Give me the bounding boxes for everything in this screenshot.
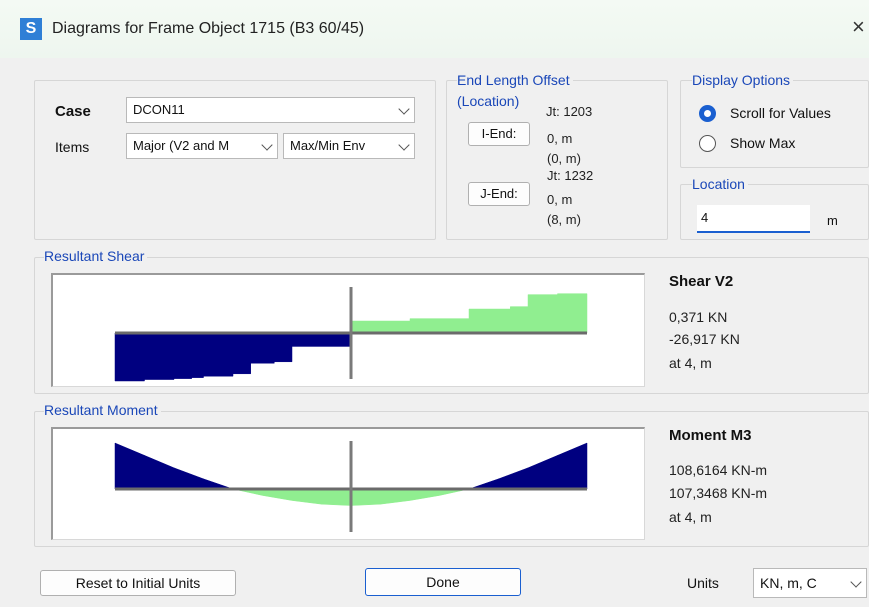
j-end-joint: Jt: 1232 [547,168,594,183]
shear-segment [114,332,145,382]
title-bar: S Diagrams for Frame Object 1715 (B3 60/… [0,0,869,58]
display-options-label: Display Options [692,72,794,88]
moment-segment [409,488,440,501]
show-max-radio[interactable] [699,135,716,152]
app-icon: S [20,18,42,40]
shear-group-label: Resultant Shear [44,248,148,264]
moment-segment [144,455,175,490]
moment-group-label: Resultant Moment [44,402,161,418]
chevron-down-icon [398,103,410,115]
shear-value-1: 0,371 KN [669,309,728,325]
scroll-for-values-label[interactable]: Scroll for Values [730,105,831,121]
moment-segment [262,488,293,501]
shear-location: at 4, m [669,355,712,371]
items-select[interactable]: Major (V2 and M [126,133,278,159]
j-end-button[interactable]: J-End: [468,182,530,206]
reset-units-button[interactable]: Reset to Initial Units [40,570,236,596]
moment-segment [203,478,234,490]
i-end-button[interactable]: I-End: [468,122,530,146]
chevron-down-icon [398,139,410,151]
shear-segment [144,332,175,380]
moment-segment [527,455,558,490]
close-icon[interactable]: × [852,16,865,38]
shear-segment [409,318,470,334]
display-options-panel [680,80,869,168]
chevron-down-icon [261,139,273,151]
moment-value-1: 108,6164 KN-m [669,462,768,478]
moment-segment [557,442,588,490]
shear-value-2: -26,917 KN [669,331,740,347]
i-end-joint: Jt: 1203 [546,104,593,119]
items-label: Items [55,139,90,155]
end-offset-location-label: (Location) [457,93,520,109]
moment-segment [498,467,529,490]
units-select-value: KN, m, C [760,575,817,591]
moment-value-2: 107,3468 KN-m [669,485,768,501]
shear-segment [510,306,529,334]
moment-segment [468,478,499,490]
shear-segment [232,332,251,375]
shear-title: Shear V2 [669,273,734,290]
moment-segment [380,488,411,505]
moment-segment [291,488,322,505]
shear-segment [203,332,234,377]
case-select[interactable]: DCON11 [126,97,415,123]
moment-title: Moment M3 [669,427,752,444]
location-input[interactable]: 4 [697,205,810,233]
units-select[interactable]: KN, m, C [753,568,867,598]
units-label: Units [687,575,719,591]
shear-diagram [51,273,645,387]
shear-segment [350,320,411,334]
shear-segment [527,294,558,334]
envelope-select-value: Max/Min Env [290,138,366,153]
moment-location: at 4, m [669,509,712,525]
moment-diagram-plot [114,441,588,532]
shear-segment [468,308,511,334]
location-label: Location [692,176,748,192]
scroll-for-values-radio[interactable] [699,105,716,122]
done-button[interactable]: Done [365,568,521,596]
location-unit: m [827,213,838,228]
i-end-location: (0, m) [547,151,581,166]
j-end-offset: 0, m [547,192,573,207]
j-end-location: (8, m) [547,212,581,227]
chevron-down-icon [850,576,862,588]
shear-segment [173,332,192,379]
case-select-value: DCON11 [133,102,185,117]
shear-segment [191,332,204,378]
moment-diagram [51,427,645,540]
show-max-label[interactable]: Show Max [730,135,795,151]
i-end-offset: 0, m [547,131,573,146]
window-title: Diagrams for Frame Object 1715 (B3 60/45… [52,20,365,37]
moment-segment [350,488,381,506]
shear-segment [557,293,588,334]
moment-segment [321,488,352,506]
case-label: Case [55,103,91,120]
shear-diagram-plot [114,287,588,382]
shear-segment [250,332,275,364]
items-select-value: Major (V2 and M [133,138,230,153]
end-offset-label: End Length Offset [457,72,573,88]
moment-segment [173,467,204,490]
moment-segment [114,442,145,490]
shear-segment [274,332,293,363]
shear-segment [291,332,352,347]
envelope-select[interactable]: Max/Min Env [283,133,415,159]
